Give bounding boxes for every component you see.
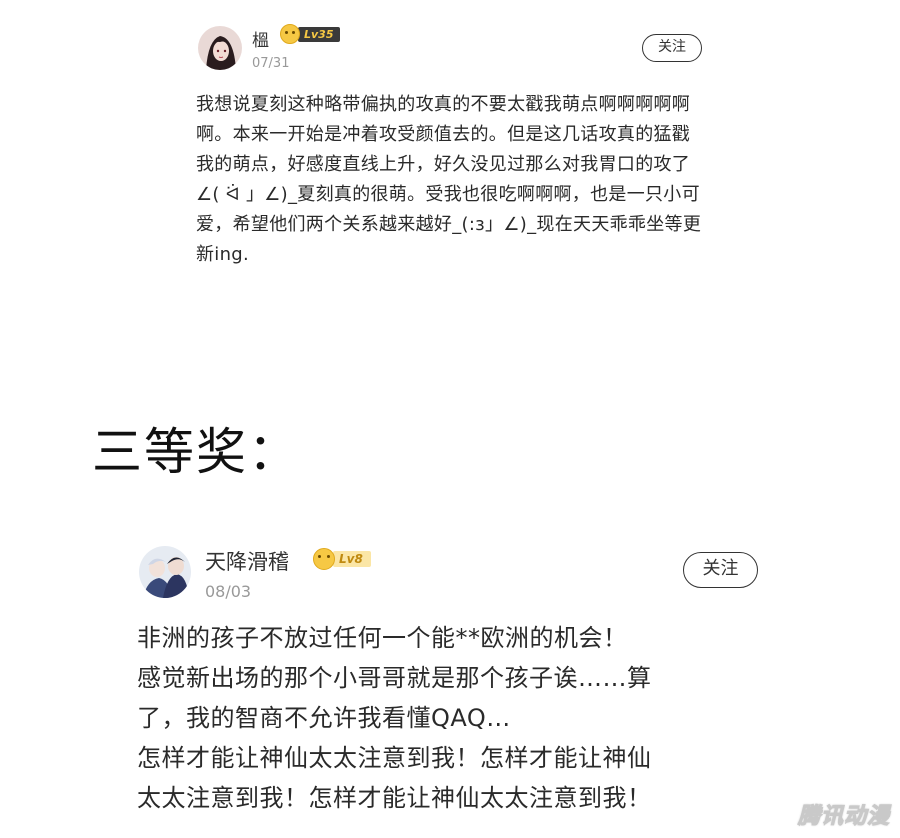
smiley-face-icon: [313, 548, 335, 570]
level-badge: Lv35: [280, 24, 340, 44]
comment-line: 了，我的智商不允许我看懂QAQ…: [137, 704, 511, 732]
comment-line: 非洲的孩子不放过任何一个能**欧洲的机会！: [137, 624, 628, 652]
follow-button[interactable]: 关注: [683, 552, 758, 588]
comment-date: 08/03: [205, 582, 252, 601]
comment-card-2: 天降滑稽 Lv8 08/03 关注 非洲的孩子不放过任何一个能**欧洲的机会！ …: [137, 542, 762, 818]
comment-text: 我想说夏刻这种略带偏执的攻真的不要太戳我萌点啊啊啊啊啊啊。本来一开始是冲着攻受颜…: [196, 94, 702, 265]
username[interactable]: 榲: [252, 26, 269, 51]
section-heading: 三等奖：: [92, 423, 300, 481]
level-text: Lv8: [333, 551, 371, 567]
avatar[interactable]: [139, 546, 191, 598]
watermark-logo: 腾讯动漫: [797, 804, 890, 830]
avatar-image: [198, 26, 242, 70]
avatar[interactable]: [198, 26, 242, 70]
comment-header: 榲 Lv35 07/31 关注: [196, 22, 706, 82]
level-badge: Lv8: [313, 548, 371, 570]
comment-header: 天降滑稽 Lv8 08/03 关注: [137, 542, 762, 602]
comment-text: 非洲的孩子不放过任何一个能**欧洲的机会！ 感觉新出场的那个小哥哥就是那个孩子诶…: [137, 618, 762, 818]
follow-button[interactable]: 关注: [642, 34, 702, 62]
level-text: Lv35: [298, 26, 340, 42]
comment-line: 感觉新出场的那个小哥哥就是那个孩子诶……算: [137, 664, 652, 692]
comment-card-1: 榲 Lv35 07/31 关注 我想说夏刻这种略带偏执的攻真的不要太戳我萌点啊啊…: [196, 22, 706, 270]
smiley-face-icon: [280, 24, 300, 44]
comment-date: 07/31: [252, 56, 290, 71]
avatar-image: [139, 546, 191, 598]
username[interactable]: 天降滑稽: [205, 546, 289, 576]
comment-line: 太太注意到我！怎样才能让神仙太太注意到我！: [137, 784, 652, 812]
comment-line: 怎样才能让神仙太太注意到我！怎样才能让神仙: [137, 744, 652, 772]
